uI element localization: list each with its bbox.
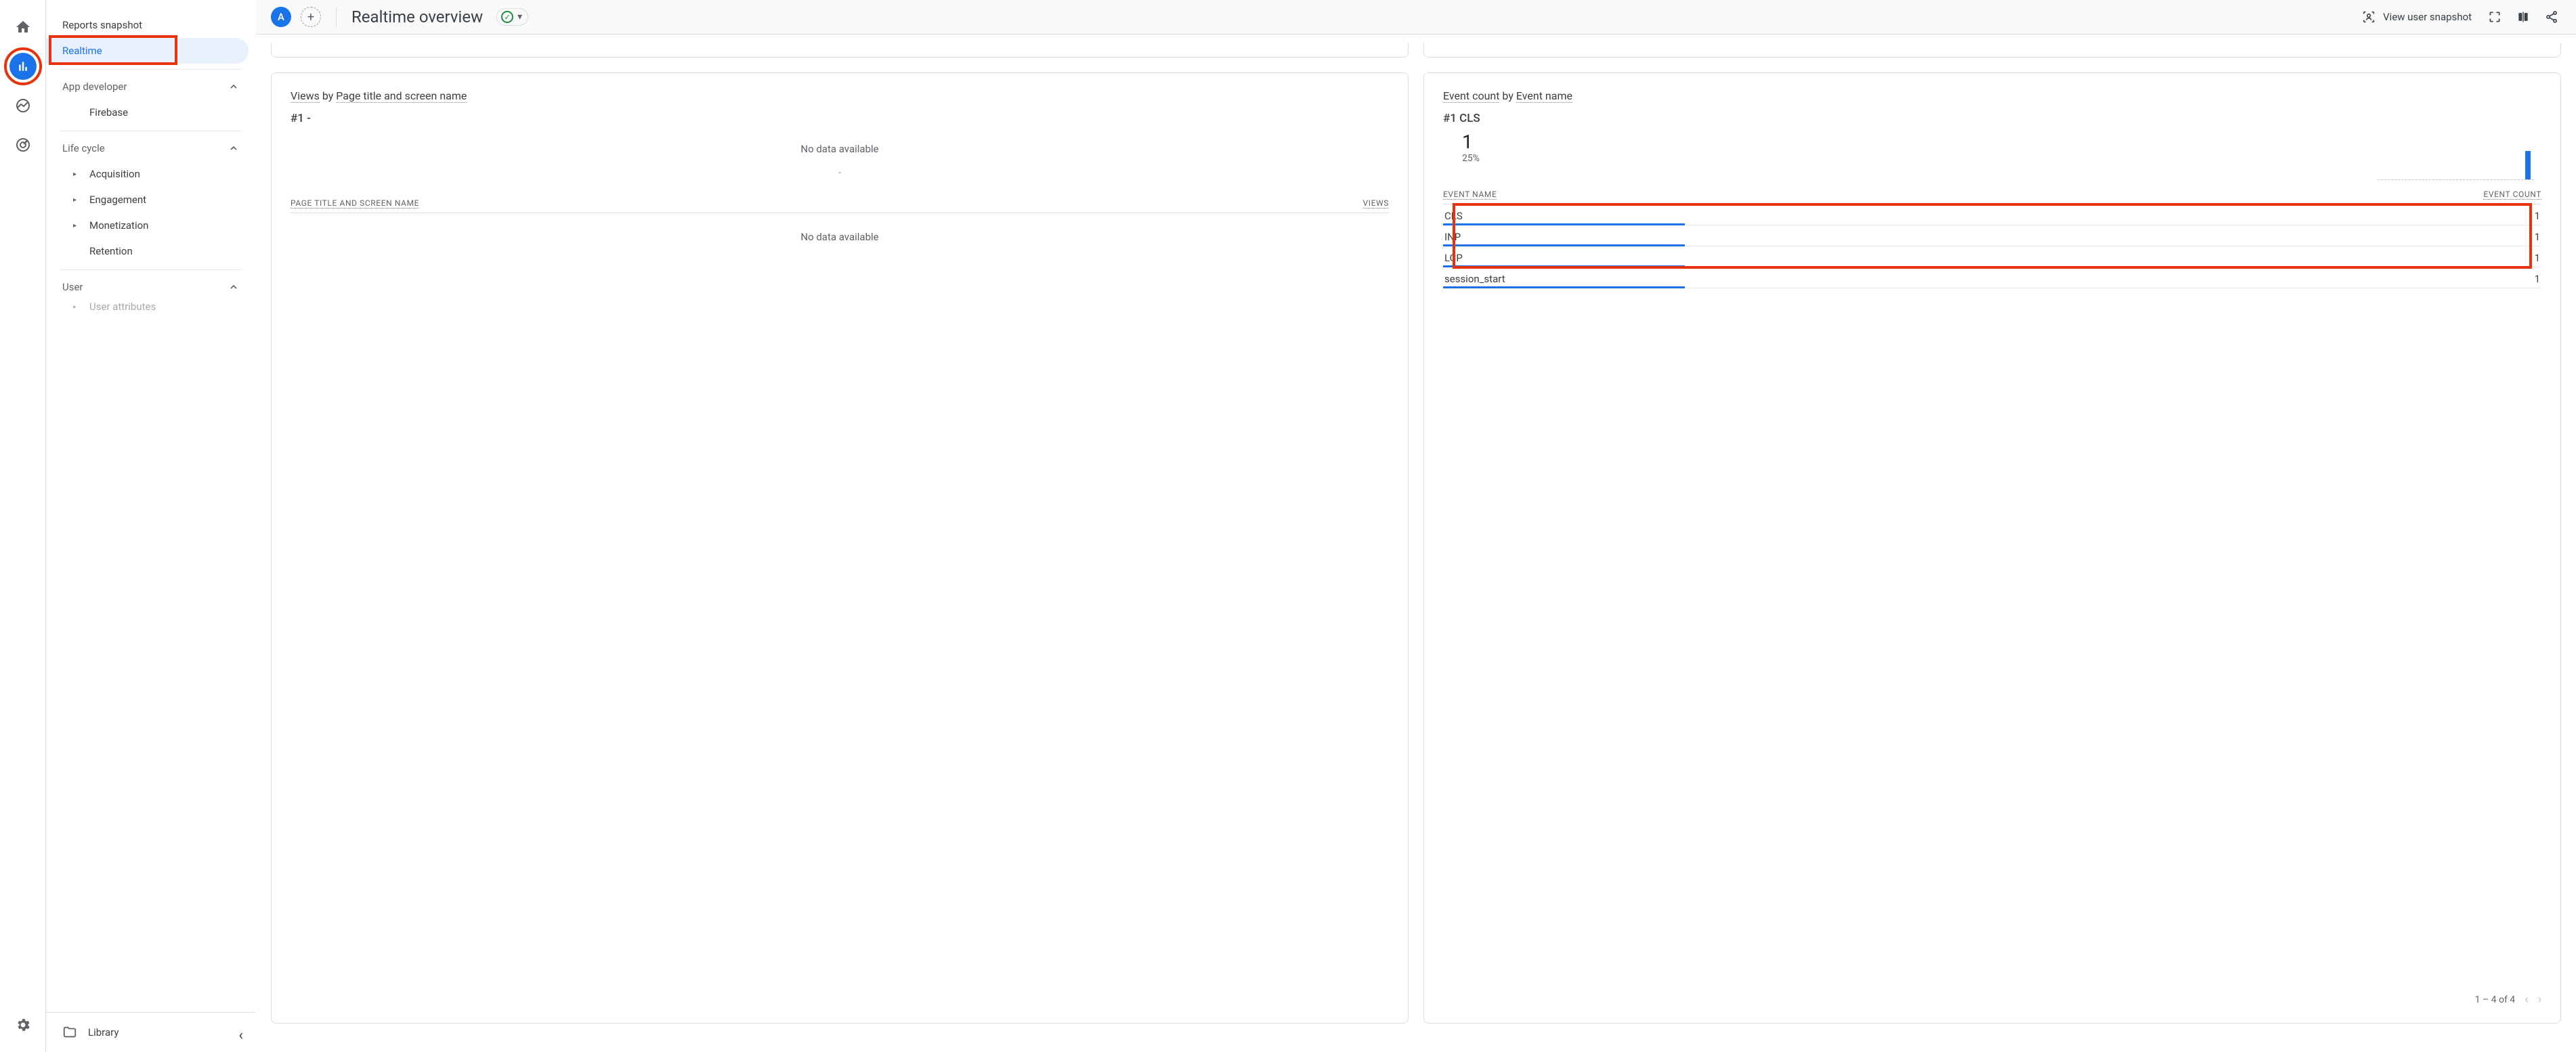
nav-library[interactable]: Library — [46, 1012, 255, 1052]
nav-retention[interactable]: Retention — [46, 238, 255, 264]
view-user-snapshot-button[interactable]: View user snapshot — [2357, 9, 2476, 24]
views-card: Views by Page title and screen name #1 -… — [271, 72, 1409, 1024]
card-stub — [1423, 43, 2561, 58]
section-user[interactable]: User — [46, 273, 255, 300]
views-table-header: PAGE TITLE AND SCREEN NAME VIEWS — [291, 198, 1389, 213]
nav-reports-snapshot[interactable]: Reports snapshot — [46, 12, 255, 38]
reports-icon[interactable] — [9, 53, 37, 80]
nav-monetization[interactable]: ▸Monetization — [46, 213, 255, 238]
events-pager: 1 – 4 of 4 ‹ › — [1443, 982, 2541, 1007]
views-no-data-top: No data available — [291, 131, 1389, 160]
table-row[interactable]: LCP 1 — [1443, 246, 2541, 267]
table-row[interactable]: session_start 1 — [1443, 267, 2541, 288]
user-snapshot-icon — [2361, 9, 2376, 24]
page-title: Realtime overview — [351, 7, 483, 26]
advertising-icon[interactable] — [9, 131, 37, 158]
topbar: A + Realtime overview ✓ ▾ View user snap… — [256, 0, 2576, 35]
nav-acquisition[interactable]: ▸Acquisition — [46, 161, 255, 187]
content: Views by Page title and screen name #1 -… — [256, 35, 2576, 1052]
event-count: 1 — [2535, 210, 2540, 222]
nav-engagement[interactable]: ▸Engagement — [46, 187, 255, 213]
section-label: User — [62, 281, 83, 293]
share-icon[interactable] — [2542, 7, 2561, 26]
nav-realtime[interactable]: Realtime — [46, 38, 249, 64]
section-app-developer[interactable]: App developer — [46, 72, 255, 100]
dash-mark: - — [291, 160, 1389, 185]
views-rank: #1 - — [291, 112, 1389, 125]
events-big-value: 1 — [1443, 131, 2541, 153]
event-count: 1 — [2535, 231, 2540, 243]
events-rank: #1 CLS — [1443, 112, 2541, 125]
views-no-data-body: No data available — [291, 213, 1389, 261]
chevron-up-icon — [228, 81, 239, 92]
event-count: 1 — [2535, 273, 2540, 285]
left-rail — [0, 0, 46, 1052]
nav-user-attributes[interactable]: ▸User attributes — [46, 300, 255, 313]
home-icon[interactable] — [9, 14, 37, 41]
event-name: session_start — [1444, 273, 1505, 285]
fullscreen-icon[interactable] — [2485, 7, 2504, 26]
chevron-down-icon: ▾ — [517, 12, 522, 22]
section-label: App developer — [62, 81, 127, 93]
event-name: INP — [1444, 231, 1461, 243]
main: A + Realtime overview ✓ ▾ View user snap… — [256, 0, 2576, 1052]
data-quality-status[interactable]: ✓ ▾ — [496, 8, 528, 26]
section-label: Life cycle — [62, 142, 105, 154]
check-circle-icon: ✓ — [501, 11, 513, 23]
table-row[interactable]: CLS 1 — [1443, 204, 2541, 225]
admin-gear-icon[interactable] — [9, 1011, 37, 1038]
card-stub — [271, 43, 1409, 58]
explore-icon[interactable] — [9, 92, 37, 119]
collapse-sidebar-icon[interactable]: ‹ — [238, 1027, 243, 1044]
chevron-up-icon — [228, 282, 239, 292]
add-comparison-button[interactable]: + — [301, 7, 321, 27]
event-name: LCP — [1444, 252, 1463, 264]
next-page-icon: › — [2538, 992, 2541, 1007]
events-card: Event count by Event name #1 CLS 1 25% E… — [1423, 72, 2561, 1024]
chevron-up-icon — [228, 143, 239, 154]
folder-icon — [62, 1025, 77, 1040]
compare-icon[interactable] — [2514, 7, 2533, 26]
sparkline — [2378, 146, 2533, 180]
events-table-header: EVENT NAME EVENT COUNT — [1443, 190, 2541, 204]
table-row[interactable]: INP 1 — [1443, 225, 2541, 246]
section-life-cycle[interactable]: Life cycle — [46, 134, 255, 161]
event-count: 1 — [2535, 252, 2540, 264]
views-card-title[interactable]: Views by Page title and screen name — [291, 89, 1389, 102]
sidebar: Reports snapshot Realtime App developer … — [46, 0, 256, 1052]
event-name: CLS — [1444, 210, 1463, 222]
nav-firebase[interactable]: Firebase — [46, 100, 255, 125]
events-card-title[interactable]: Event count by Event name — [1443, 89, 2541, 102]
prev-page-icon: ‹ — [2525, 992, 2528, 1007]
events-pct: 25% — [1443, 153, 2541, 164]
segment-chip-all-users[interactable]: A — [271, 7, 291, 27]
